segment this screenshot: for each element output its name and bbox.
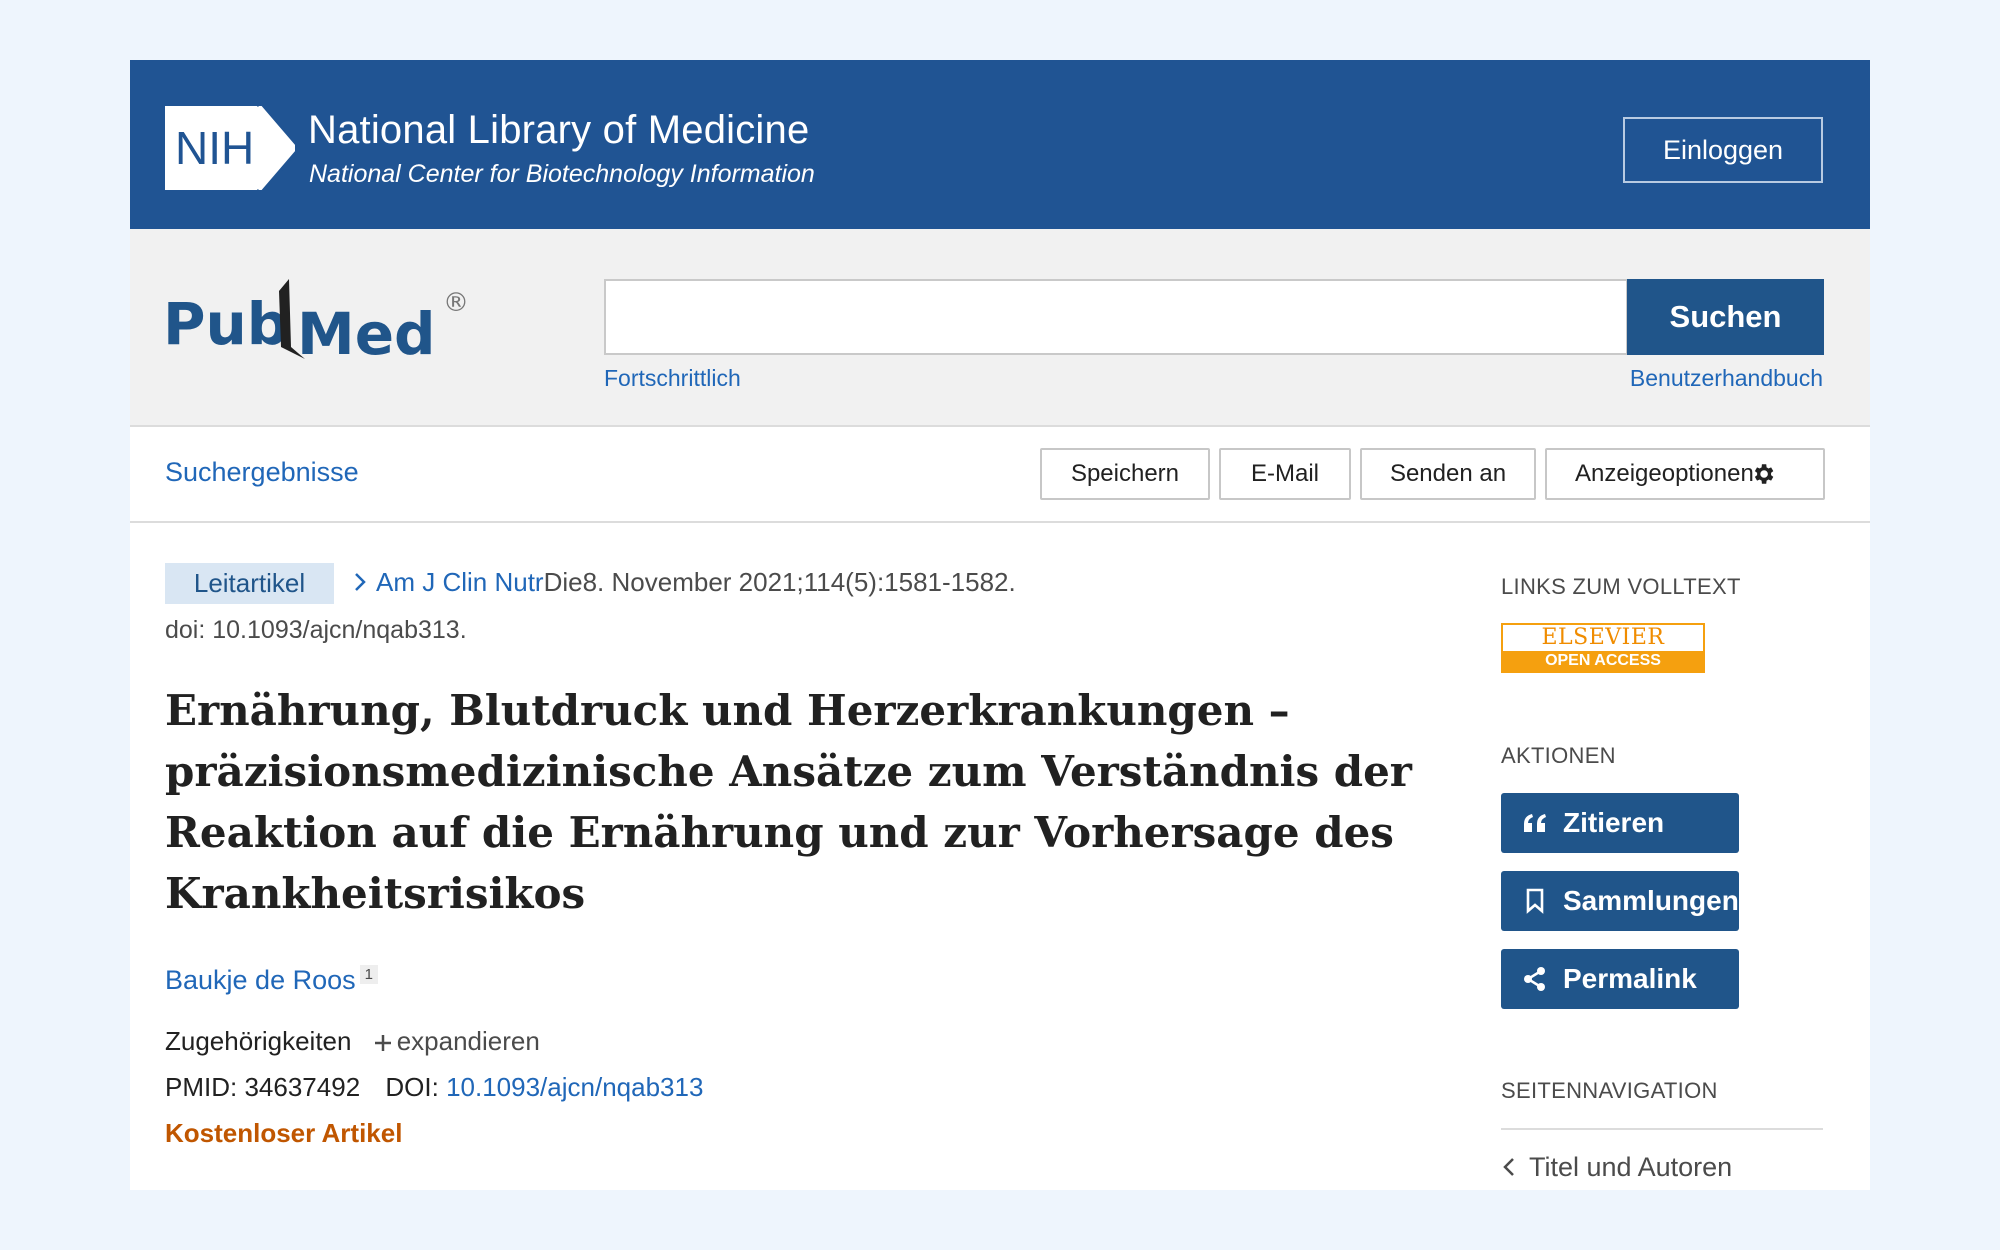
- bookmark-icon: [1521, 887, 1549, 915]
- permalink-label: Permalink: [1563, 963, 1697, 994]
- doi-label: DOI:: [385, 1072, 439, 1102]
- affiliations-label: Zugehörigkeiten: [165, 1026, 352, 1056]
- nih-logo-text: NIH: [175, 122, 254, 174]
- citation-details: Die8. November 2021;114(5):1581-1582.: [543, 567, 1016, 597]
- citation-line: Am J Clin NutrDie8. November 2021;114(5)…: [350, 567, 1016, 598]
- ncbi-subtitle: National Center for Biotechnology Inform…: [309, 160, 815, 188]
- sidebar-divider: [1501, 1128, 1823, 1130]
- collections-button[interactable]: Sammlungen: [1501, 871, 1739, 931]
- advanced-search-link[interactable]: Fortschrittlich: [604, 365, 741, 392]
- pubmed-logo-med: Med: [297, 300, 436, 368]
- nav-item-label: Titel und Autoren: [1529, 1152, 1733, 1182]
- article-type-badge: Leitartikel: [165, 563, 334, 604]
- user-guide-link[interactable]: Benutzerhandbuch: [1630, 365, 1823, 392]
- search-input[interactable]: [604, 279, 1628, 355]
- email-button[interactable]: E-Mail: [1219, 448, 1351, 500]
- cite-label: Zitieren: [1563, 807, 1665, 838]
- permalink-button[interactable]: Permalink: [1501, 949, 1739, 1009]
- nih-header: NIH National Library of Medicine Nationa…: [130, 60, 1870, 229]
- pubmed-logo-pub: Pub: [163, 290, 288, 358]
- chevron-right-icon: [355, 573, 366, 591]
- display-options-label: Anzeigeoptionen: [1575, 460, 1754, 487]
- plus-icon: [374, 1035, 391, 1051]
- article-title: Ernährung, Blutdruck und Herzerkrankunge…: [165, 686, 1412, 918]
- save-button[interactable]: Speichern: [1040, 448, 1210, 500]
- display-options-button[interactable]: Anzeigeoptionen: [1545, 448, 1825, 500]
- chevron-left-icon: [1503, 1158, 1514, 1176]
- journal-link[interactable]: Am J Clin Nutr: [376, 567, 544, 597]
- elsevier-logo-text: ELSEVIER: [1541, 625, 1665, 650]
- nav-item-title-authors[interactable]: Titel und Autoren: [1501, 1152, 1732, 1183]
- page-navigation-heading: SEITENNAVIGATION: [1501, 1078, 1718, 1103]
- pubmed-logo[interactable]: Pub Med ®: [163, 269, 483, 379]
- elsevier-open-access-link[interactable]: ELSEVIER OPEN ACCESS: [1501, 623, 1705, 673]
- fulltext-links-heading: LINKS ZUM VOLLTEXT: [1501, 574, 1741, 599]
- page-frame: NIH National Library of Medicine Nationa…: [130, 60, 1870, 1190]
- registered-mark: ®: [443, 288, 469, 318]
- cite-button[interactable]: Zitieren: [1501, 793, 1739, 853]
- identifiers-row: PMID: 34637492 DOI: 10.1093/ajcn/nqab313: [165, 1072, 703, 1103]
- share-icon: [1521, 965, 1549, 993]
- pmid-value: 34637492: [244, 1072, 361, 1102]
- author-name[interactable]: Baukje de Roos: [165, 965, 356, 995]
- author-link[interactable]: Baukje de Roos 1: [165, 965, 378, 996]
- author-affiliation-number[interactable]: 1: [359, 965, 378, 984]
- quote-icon: [1521, 809, 1549, 837]
- expand-affiliations-button[interactable]: expandieren: [373, 1026, 540, 1056]
- nlm-title[interactable]: National Library of Medicine: [308, 108, 809, 153]
- article-toolbar: Suchergebnisse Speichern E-Mail Senden a…: [130, 427, 1870, 523]
- gear-icon: [1754, 464, 1774, 484]
- open-access-text: OPEN ACCESS: [1503, 651, 1703, 671]
- search-button[interactable]: Suchen: [1627, 279, 1824, 355]
- login-button[interactable]: Einloggen: [1623, 117, 1823, 183]
- pmid-label: PMID:: [165, 1072, 238, 1102]
- expand-label: expandieren: [396, 1026, 540, 1056]
- search-results-link[interactable]: Suchergebnisse: [165, 457, 359, 488]
- collections-label: Sammlungen: [1563, 885, 1739, 916]
- doi-link[interactable]: 10.1093/ajcn/nqab313: [446, 1072, 703, 1102]
- doi-line: doi: 10.1093/ajcn/nqab313.: [165, 616, 467, 644]
- search-band: Pub Med ® Suchen Fortschrittlich Benutze…: [130, 229, 1870, 427]
- free-article-label: Kostenloser Artikel: [165, 1118, 403, 1148]
- affiliations-row: Zugehörigkeiten expandieren: [165, 1026, 540, 1057]
- actions-heading: AKTIONEN: [1501, 743, 1616, 768]
- nih-logo[interactable]: NIH: [165, 106, 295, 190]
- send-to-button[interactable]: Senden an: [1360, 448, 1536, 500]
